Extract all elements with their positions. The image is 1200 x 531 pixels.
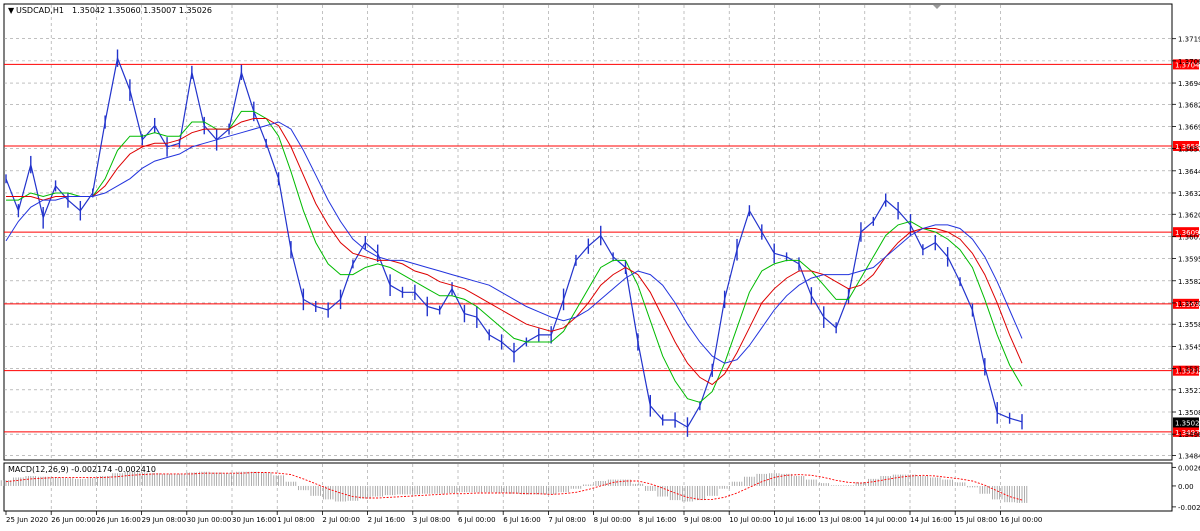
y-tick-label: 1.37190: [1178, 36, 1200, 44]
time-axis: 25 Jun 2020 26 Jun 00:00 26 Jun 16:00 29 Ju…: [5, 511, 1042, 524]
chart-window[interactable]: 1.370451.365851.360991.356951.353181.349…: [0, 0, 1200, 527]
ohlc-readout: 1.35042 1.35060 1.35007 1.35026: [72, 6, 212, 15]
x-tick-label: 10 Jul 16:00: [774, 516, 816, 524]
y-tick-label: 1.36695: [1178, 123, 1200, 131]
y-tick-label: 1.37065: [1178, 58, 1200, 66]
price-axis: 1.37190 1.37065 1.36940 1.36820 1.36695 1.365…: [1172, 36, 1200, 460]
x-tick-label: 29 Jun 08:00: [142, 516, 186, 524]
x-tick-label: 9 Jul 08:00: [684, 516, 722, 524]
symbol-triangle-icon[interactable]: ▼: [8, 6, 15, 15]
macd-y-tick-label: 0.002628: [1178, 464, 1200, 472]
y-tick-label: 1.36570: [1178, 146, 1200, 154]
symbol-timeframe: USDCAD,H1: [16, 6, 64, 15]
x-tick-label: 6 Jul 00:00: [458, 516, 496, 524]
x-tick-label: 8 Jul 00:00: [594, 516, 632, 524]
y-tick-label: 1.35085: [1178, 409, 1200, 417]
macd-y-tick-label: 0.00: [1178, 483, 1194, 491]
y-tick-label: 1.35210: [1178, 387, 1200, 395]
x-tick-label: 14 Jul 00:00: [865, 516, 907, 524]
price-chart-svg[interactable]: 1.370451.365851.360991.356951.353181.349…: [0, 0, 1200, 527]
x-tick-label: 10 Jul 00:00: [729, 516, 771, 524]
y-tick-label: 1.36075: [1178, 233, 1200, 241]
x-tick-label: 30 Jun 16:00: [232, 516, 276, 524]
x-tick-label: 26 Jun 16:00: [96, 516, 140, 524]
macd-label: MACD(12,26,9) -0.002174 -0.002410: [8, 465, 156, 474]
x-tick-label: 6 Jul 16:00: [503, 516, 541, 524]
x-tick-label: 25 Jun 2020: [6, 516, 48, 524]
y-tick-label: 1.36200: [1178, 211, 1200, 219]
y-tick-label: 1.36320: [1178, 190, 1200, 198]
y-tick-label: 1.34960: [1178, 431, 1200, 439]
x-tick-label: 26 Jun 00:00: [51, 516, 95, 524]
x-tick-label: 8 Jul 16:00: [639, 516, 677, 524]
y-tick-label: 1.35950: [1178, 256, 1200, 264]
x-tick-label: 1 Jul 08:00: [277, 516, 315, 524]
x-tick-label: 15 Jul 08:00: [955, 516, 997, 524]
y-tick-label: 1.36445: [1178, 168, 1200, 176]
x-tick-label: 16 Jul 00:00: [1000, 516, 1042, 524]
x-tick-label: 7 Jul 08:00: [548, 516, 586, 524]
x-tick-label: 13 Jul 08:00: [820, 516, 862, 524]
x-tick-label: 30 Jun 00:00: [187, 516, 231, 524]
x-tick-label: 3 Jul 08:00: [413, 516, 451, 524]
macd-pane-frame: [3, 462, 1173, 512]
y-tick-label: 1.36940: [1178, 80, 1200, 88]
y-tick-label: 1.34840: [1178, 452, 1200, 460]
y-tick-label: 1.35455: [1178, 343, 1200, 351]
y-tick-label: 1.35825: [1178, 278, 1200, 286]
x-tick-label: 2 Jul 16:00: [368, 516, 406, 524]
macd-y-tick-label: -0.00296: [1178, 504, 1200, 512]
x-tick-label: 14 Jul 16:00: [910, 516, 952, 524]
current-price-label: 1.35026: [1175, 419, 1200, 427]
y-tick-label: 1.36820: [1178, 101, 1200, 109]
y-tick-label: 1.35580: [1178, 321, 1200, 329]
y-tick-label: 1.35330: [1178, 366, 1200, 374]
y-tick-label: 1.35700: [1178, 300, 1200, 308]
x-tick-label: 2 Jul 00:00: [322, 516, 360, 524]
